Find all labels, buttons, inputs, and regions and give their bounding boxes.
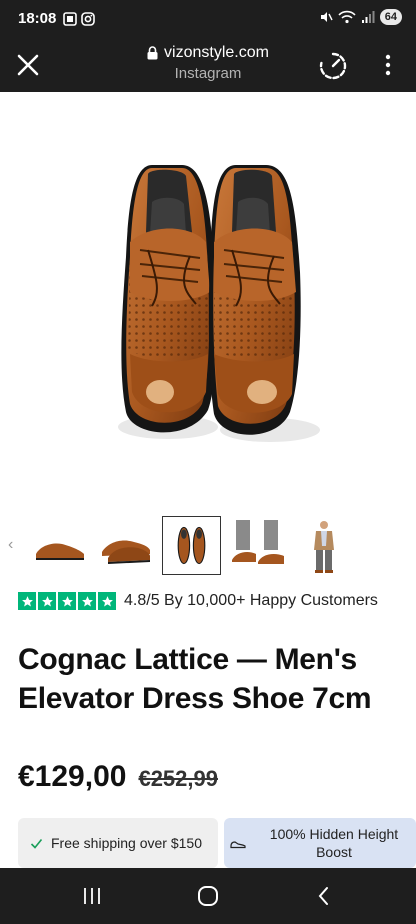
shoe-pair-image xyxy=(118,165,320,442)
chevron-left-icon[interactable]: ‹ xyxy=(8,536,13,554)
star-icon xyxy=(38,592,56,610)
lock-icon xyxy=(147,46,158,60)
star-icon xyxy=(78,592,96,610)
signal-icon xyxy=(361,11,375,23)
thumbnail-model-full[interactable] xyxy=(294,516,354,576)
star-icon xyxy=(18,592,36,610)
screenshot-icon xyxy=(63,12,77,26)
price-row: €129,00 €252,99 xyxy=(18,760,218,794)
current-price: €129,00 xyxy=(18,760,127,793)
product-hero-image[interactable] xyxy=(0,92,416,504)
url-text: vizonstyle.com xyxy=(164,44,269,61)
free-shipping-text: Free shipping over $150 xyxy=(51,835,202,851)
thumbnail-strip: ‹ xyxy=(0,514,416,578)
status-left-icons xyxy=(63,12,95,26)
back-icon[interactable] xyxy=(312,884,336,908)
rating-text: 4.8/5 By 10,000+ Happy Customers xyxy=(124,592,378,609)
thumbnail-shoe-worn[interactable] xyxy=(228,516,288,576)
status-bar: 18:08 64 xyxy=(0,0,416,38)
trustpilot-stars xyxy=(18,592,116,610)
status-time: 18:08 xyxy=(18,10,57,27)
home-icon[interactable] xyxy=(196,884,220,908)
thumbnail-shoe-pair-angle[interactable] xyxy=(96,516,156,576)
more-vert-icon[interactable] xyxy=(378,53,398,77)
status-right-icons: 64 xyxy=(319,9,402,25)
star-icon xyxy=(58,592,76,610)
original-price: €252,99 xyxy=(138,766,218,791)
battery-level: 64 xyxy=(379,9,402,25)
hidden-height-text: 100% Hidden Height Boost xyxy=(269,826,399,860)
system-nav-bar xyxy=(0,868,416,924)
hidden-height-badge: 100% Hidden Height Boost xyxy=(224,818,416,868)
wifi-icon xyxy=(338,10,356,24)
product-title: Cognac Lattice — Men's Elevator Dress Sh… xyxy=(18,643,372,715)
mute-icon xyxy=(320,12,333,22)
speed-icon[interactable] xyxy=(318,51,348,81)
shoe-icon xyxy=(230,841,246,849)
check-icon xyxy=(30,838,43,849)
free-shipping-badge: Free shipping over $150 xyxy=(18,818,218,868)
thumbnail-shoe-side[interactable] xyxy=(30,516,90,576)
instagram-icon xyxy=(81,12,95,26)
thumbnail-shoe-pair-top[interactable] xyxy=(162,516,221,575)
address-bar[interactable]: vizonstyle.com Instagram xyxy=(100,44,316,82)
rating-row: 4.8/5 By 10,000+ Happy Customers xyxy=(18,592,378,610)
recents-icon[interactable] xyxy=(80,884,104,908)
star-icon xyxy=(98,592,116,610)
close-icon[interactable] xyxy=(14,51,42,79)
browser-toolbar: vizonstyle.com Instagram xyxy=(0,38,416,92)
url-source: Instagram xyxy=(174,65,242,82)
